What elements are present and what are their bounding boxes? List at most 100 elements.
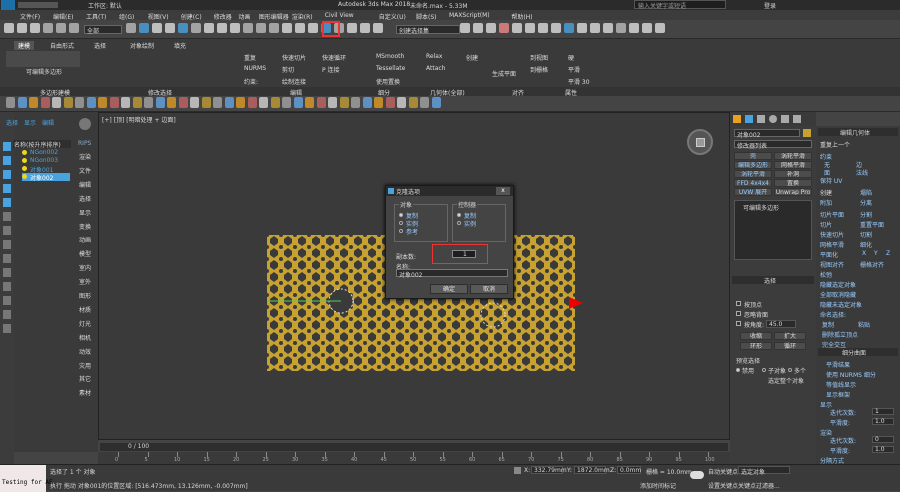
side-command-item[interactable]: 材质 — [79, 305, 91, 314]
side-command-item[interactable]: 素材 — [79, 388, 91, 397]
auto-key-button[interactable]: 自动关键点 — [708, 467, 738, 476]
modifier-button[interactable]: 补洞 — [774, 170, 812, 178]
stack-item[interactable]: 可编辑多边形 — [743, 203, 779, 212]
edit-geometry-item[interactable]: Z — [886, 250, 890, 257]
list-item[interactable]: 对象001 — [22, 165, 70, 174]
scene-icon[interactable] — [79, 118, 91, 130]
toolbar-tool-icon[interactable] — [655, 23, 665, 33]
toolbar-tool-icon[interactable] — [347, 23, 357, 33]
side-command-item[interactable]: 文件 — [79, 166, 91, 175]
left-strip-icon[interactable] — [3, 142, 11, 151]
secondary-tool-icon[interactable] — [374, 97, 383, 108]
secondary-tool-icon[interactable] — [408, 97, 418, 108]
ribbon-item[interactable]: 重复 — [244, 53, 256, 62]
secondary-tool-icon[interactable] — [178, 97, 188, 108]
motion-tab-icon[interactable] — [769, 115, 777, 123]
modifier-button[interactable]: Unwrap Pro — [774, 188, 812, 196]
playback-controls[interactable] — [796, 466, 852, 475]
ribbon-tab[interactable]: 自由形式 — [50, 41, 74, 50]
set-key-button[interactable]: 设置关键点 — [708, 481, 738, 490]
edit-geometry-item[interactable]: 保持 UV — [820, 176, 842, 185]
edit-geometry-item[interactable]: 命名选择: — [820, 310, 846, 319]
toolbar-tool-icon[interactable] — [538, 23, 548, 33]
hierarchy-tab-icon[interactable] — [757, 115, 765, 123]
secondary-tool-icon[interactable] — [362, 97, 372, 108]
left-strip-icon[interactable] — [3, 240, 11, 249]
modifier-stack[interactable]: 可编辑多边形 — [734, 200, 812, 260]
edit-geometry-item[interactable]: 网格平滑 — [820, 240, 844, 249]
toolbar-tool-icon[interactable] — [308, 23, 318, 33]
toolbar-tool-icon[interactable] — [295, 23, 305, 33]
key-filters-button[interactable]: 关键点过滤器... — [738, 481, 780, 490]
secondary-tool-icon[interactable] — [282, 97, 291, 108]
side-command-item[interactable]: 图形 — [79, 291, 91, 300]
navigation-controls[interactable] — [856, 466, 898, 490]
toolbar-tool-icon[interactable] — [256, 23, 266, 33]
secondary-tool-icon[interactable] — [6, 97, 15, 108]
toolbar-tool-icon[interactable] — [486, 23, 496, 33]
secondary-tool-icon[interactable] — [155, 97, 165, 108]
edit-geometry-item[interactable]: 重置平面 — [860, 220, 884, 229]
edit-geometry-item[interactable]: 平面化 — [820, 250, 838, 259]
side-command-item[interactable]: 灾用 — [79, 361, 91, 370]
ribbon-item[interactable]: 平滑 — [568, 65, 580, 74]
edit-geometry-item[interactable]: Y — [874, 250, 878, 257]
side-command-item[interactable]: 选择 — [79, 194, 91, 203]
list-item[interactable]: NGon002 — [22, 149, 70, 157]
cancel-button[interactable]: 取消 — [470, 284, 508, 294]
toolbar-tool-icon[interactable] — [616, 23, 626, 33]
radio-option[interactable]: 子对象 — [762, 366, 788, 375]
toolbar-tool-icon[interactable] — [512, 23, 522, 33]
utilities-tab-icon[interactable] — [793, 115, 801, 123]
checkbox-row[interactable]: 忽略背面 — [736, 310, 796, 319]
edit-geometry-item[interactable]: 快速切片 — [820, 230, 844, 239]
toolbar-tool-icon[interactable] — [551, 23, 561, 33]
object-name-field[interactable]: 对象002 — [734, 129, 800, 139]
secondary-tool-icon[interactable] — [247, 97, 257, 108]
ribbon-item[interactable]: 使用置换 — [376, 77, 400, 86]
x-coordinate[interactable]: 332.79mm — [531, 466, 567, 474]
side-command-item[interactable]: 显示 — [79, 208, 91, 217]
toolbar-tool-icon[interactable] — [178, 23, 188, 33]
ribbon-item[interactable]: Relax — [426, 53, 443, 60]
selection-button[interactable]: 收缩 — [740, 332, 772, 340]
toolbar-tool-icon[interactable] — [373, 23, 383, 33]
radio-option[interactable]: 禁用 — [736, 366, 762, 375]
radio-option[interactable]: 复制 — [399, 211, 445, 220]
secondary-tool-icon[interactable] — [75, 97, 84, 108]
scene-explorer-tab[interactable]: 选择 — [6, 118, 18, 127]
secondary-tool-icon[interactable] — [98, 97, 107, 108]
subdiv-spinner[interactable]: 0 — [872, 436, 894, 443]
login-link[interactable]: 登录 — [764, 1, 776, 10]
toolbar-tool-icon[interactable] — [43, 23, 53, 33]
left-strip-icon[interactable] — [3, 170, 11, 179]
edit-geometry-item[interactable]: 分割 — [860, 210, 872, 219]
modifier-button[interactable]: 置换 — [774, 179, 812, 187]
left-strip-icon[interactable] — [3, 324, 11, 333]
modify-tab-icon[interactable] — [745, 115, 753, 123]
edit-geometry-item[interactable]: 分离 — [860, 198, 872, 207]
edit-geometry-item[interactable]: 删除孤立顶点 — [822, 330, 858, 339]
toolbar-tool-icon[interactable] — [525, 23, 535, 33]
viewport-label[interactable]: [+] [顶] [明暗处理 + 边面] — [102, 115, 176, 124]
side-command-item[interactable]: 相机 — [79, 333, 91, 342]
ribbon-item[interactable]: 创建 — [466, 53, 478, 62]
subdiv-item[interactable]: 迭代次数: — [830, 436, 856, 445]
secondary-tool-icon[interactable] — [420, 97, 429, 108]
ribbon-tab[interactable]: 填充 — [174, 41, 186, 50]
ribbon-tab[interactable]: 建模 — [14, 41, 35, 50]
modifier-button[interactable]: UVW 展开 — [734, 188, 772, 196]
light-bulb-icon[interactable] — [22, 166, 27, 171]
edit-geometry-item[interactable]: 视图对齐 — [820, 260, 844, 269]
modifier-button[interactable]: 编辑多边形 — [734, 161, 772, 169]
left-strip-icon[interactable] — [3, 198, 11, 207]
scene-explorer-header[interactable]: 名称(按升序排序) — [13, 140, 71, 149]
side-command-item[interactable]: 其它 — [79, 374, 91, 383]
side-command-item[interactable]: 室内 — [79, 263, 91, 272]
ribbon-item[interactable]: 硬 — [568, 53, 574, 62]
copies-spinner[interactable]: 1 — [452, 250, 476, 258]
ribbon-item[interactable]: 生成平面 — [492, 69, 516, 78]
secondary-tool-icon[interactable] — [305, 97, 314, 108]
radio-option[interactable]: 多个 — [788, 366, 814, 375]
edit-geometry-item[interactable]: 创建 — [820, 188, 832, 197]
